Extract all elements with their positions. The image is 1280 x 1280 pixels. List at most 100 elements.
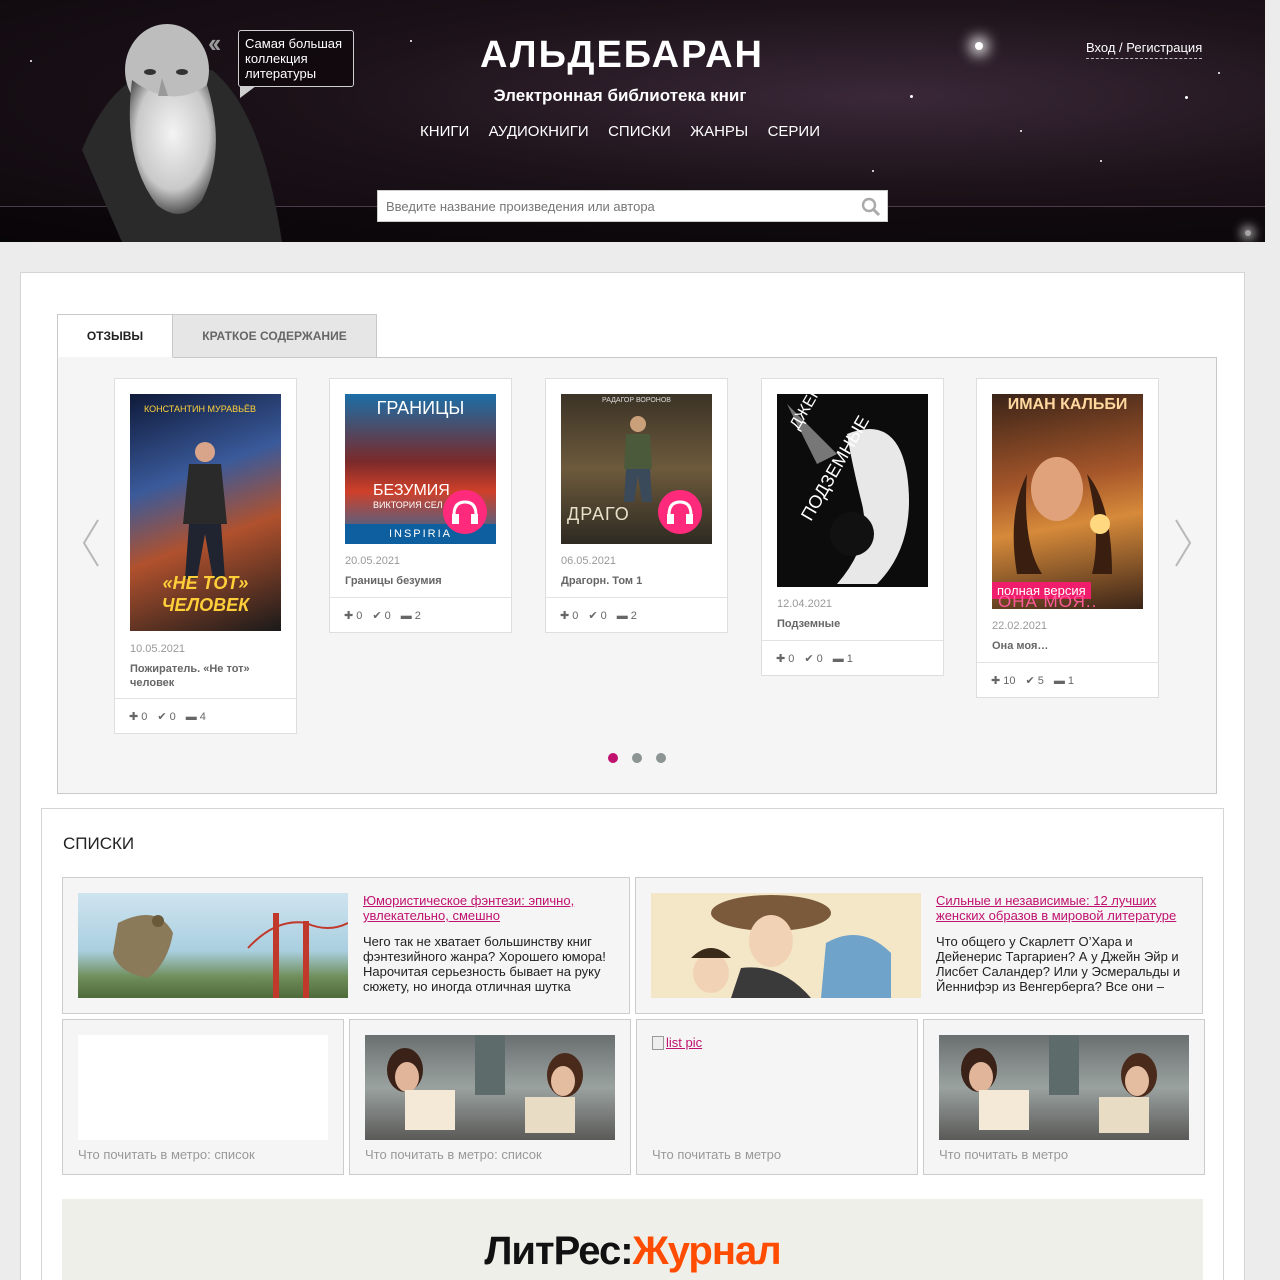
metro-readers-photo <box>961 1035 1157 1133</box>
review-date: 22.02.2021 <box>992 620 1048 632</box>
comment-icon[interactable]: ▬ <box>617 610 628 622</box>
featured-list-card[interactable]: Юмористическое фэнтези: эпично, увлекате… <box>62 877 630 1014</box>
cover-title: «НЕ ТОТ» ЧЕЛОВЕК <box>161 573 250 615</box>
list-image[interactable] <box>78 1035 328 1140</box>
list-caption[interactable]: Что почитать в метро: список <box>365 1147 542 1162</box>
card-stats: ✚ 0 ✔ 0 ▬ 1 <box>762 640 943 676</box>
book-cover[interactable]: ДЖЕК КЕРУАК ПОДЗЕМНЫЕ <box>777 394 928 587</box>
tab-reviews[interactable]: ОТЗЫВЫ <box>57 314 173 358</box>
search-box <box>377 190 888 222</box>
plus-icon[interactable]: ✚ <box>776 652 785 665</box>
book-title[interactable]: Подземные <box>777 617 927 631</box>
plus-icon[interactable]: ✚ <box>129 710 138 723</box>
search-icon[interactable] <box>861 197 881 217</box>
list-link[interactable]: Юмористическое фэнтези: эпично, увлекате… <box>363 893 613 923</box>
book-card[interactable]: РАДАГОР ВОРОНОВ ДРАГО 06.05.2021 Драгорн… <box>545 378 728 633</box>
litres-logo[interactable]: ЛитРес:Журнал <box>62 1229 1203 1274</box>
list-caption[interactable]: Что почитать в метро <box>939 1147 1068 1162</box>
list-description: Что общего у Скарлетт О’Хара и Дейенерис… <box>936 934 1181 994</box>
site-logo-title[interactable]: АЛЬДЕБАРАН <box>480 34 762 77</box>
check-icon[interactable]: ✔ <box>588 609 597 622</box>
plus-icon[interactable]: ✚ <box>344 609 353 622</box>
book-title[interactable]: Границы безумия <box>345 574 495 588</box>
comments-count: 1 <box>1067 674 1074 687</box>
broken-image-link[interactable]: list pic <box>652 1035 702 1050</box>
review-date: 10.05.2021 <box>130 643 186 655</box>
search-input[interactable] <box>378 191 848 221</box>
nav-series[interactable]: СЕРИИ <box>768 123 820 140</box>
cover-title-2: БЕЗУМИЯ <box>373 482 450 499</box>
litres-logo-part2: Журнал <box>632 1229 782 1273</box>
nav-audiobooks[interactable]: АУДИОКНИГИ <box>489 123 589 140</box>
check-icon[interactable]: ✔ <box>804 652 813 665</box>
review-tabs: ОТЗЫВЫ КРАТКОЕ СОДЕРЖАНИЕ <box>57 314 377 358</box>
nav-lists[interactable]: СПИСКИ <box>608 123 671 140</box>
card-stats: ✚ 0 ✔ 0 ▬ 2 <box>546 597 727 633</box>
site-header: ‹‹ Самая большая коллекция литературы АЛ… <box>0 0 1265 242</box>
list-caption[interactable]: Что почитать в метро: список <box>78 1147 255 1162</box>
list-image[interactable] <box>939 1035 1189 1140</box>
list-card[interactable]: Что почитать в метро: список <box>349 1019 631 1175</box>
book-title[interactable]: Она моя… <box>992 639 1142 653</box>
comment-icon[interactable]: ▬ <box>401 610 412 622</box>
book-cover[interactable]: ГРАНИЦЫ БЕЗУМИЯ ВИКТОРИЯ СЕЛ INSPIRIA <box>345 394 496 544</box>
lists-section: СПИСКИ Юмористическое фэнтези: эпично, у… <box>41 808 1224 1280</box>
comment-icon[interactable]: ▬ <box>833 653 844 665</box>
dragon-bridge-illustration <box>113 913 348 998</box>
likes-count: 0 <box>141 710 148 723</box>
audiobook-badge <box>443 490 487 534</box>
review-date: 12.04.2021 <box>777 598 833 610</box>
list-link[interactable]: Сильные и независимые: 12 лучших женских… <box>936 893 1186 923</box>
carousel-pagination <box>608 753 666 763</box>
audiobook-badge <box>658 490 702 534</box>
card-stats: ✚ 10 ✔ 5 ▬ 1 <box>977 662 1158 698</box>
pagination-dot-1[interactable] <box>608 753 618 763</box>
list-card[interactable]: Что почитать в метро: список <box>62 1019 344 1175</box>
tab-summary[interactable]: КРАТКОЕ СОДЕРЖАНИЕ <box>173 314 377 358</box>
check-icon[interactable]: ✔ <box>1025 674 1034 687</box>
cover-author: ИМАН КАЛЬБИ <box>1007 396 1128 413</box>
book-cover[interactable]: РАДАГОР ВОРОНОВ ДРАГО <box>561 394 712 544</box>
comment-icon[interactable]: ▬ <box>1054 675 1065 687</box>
cover-author: ВИКТОРИЯ СЕЛ <box>373 500 443 510</box>
list-image[interactable] <box>365 1035 615 1140</box>
book-card[interactable]: КОНСТАНТИН МУРАВЬЁВ «НЕ ТОТ» ЧЕЛОВЕК 10.… <box>114 378 297 734</box>
carousel-next-icon[interactable] <box>1173 518 1193 568</box>
nav-genres[interactable]: ЖАНРЫ <box>690 123 748 140</box>
litres-journal-banner[interactable]: ЛитРес:Журнал <box>62 1199 1203 1280</box>
pagination-dot-3[interactable] <box>656 753 666 763</box>
list-card[interactable]: list pic Что почитать в метро <box>636 1019 918 1175</box>
check-icon[interactable]: ✔ <box>157 710 166 723</box>
comments-count: 2 <box>414 609 421 622</box>
metro-readers-photo <box>387 1035 583 1133</box>
plus-icon[interactable]: ✚ <box>560 609 569 622</box>
check-icon[interactable]: ✔ <box>372 609 381 622</box>
list-image[interactable] <box>78 893 348 998</box>
cover-title: ДРАГО <box>567 504 630 524</box>
nav-books[interactable]: КНИГИ <box>420 123 469 140</box>
chevron-left-icon: ‹‹ <box>208 28 221 58</box>
book-cover[interactable]: КОНСТАНТИН МУРАВЬЁВ «НЕ ТОТ» ЧЕЛОВЕК <box>130 394 281 631</box>
list-description: Чего так не хватает большинству книг фэн… <box>363 934 606 994</box>
women-illustration <box>691 895 891 998</box>
cover-author: КОНСТАНТИН МУРАВЬЁВ <box>144 404 257 414</box>
book-card[interactable]: ГРАНИЦЫ БЕЗУМИЯ ВИКТОРИЯ СЕЛ INSPIRIA 20… <box>329 378 512 633</box>
book-title[interactable]: Драгорн. Том 1 <box>561 574 711 588</box>
carousel-prev-icon[interactable] <box>81 518 101 568</box>
book-title[interactable]: Пожиратель. «Не тот» человек <box>130 662 280 690</box>
plus-icon[interactable]: ✚ <box>991 674 1000 687</box>
login-register-link[interactable]: Вход / Регистрация <box>1086 40 1203 59</box>
book-card[interactable]: ИМАН КАЛЬБИ полная версия ОНА МОЯ.. 22.0… <box>976 378 1159 698</box>
checks-count: 0 <box>600 609 607 622</box>
site-subtitle: Электронная библиотека книг <box>493 86 747 105</box>
featured-list-card[interactable]: Сильные и независимые: 12 лучших женских… <box>635 877 1203 1014</box>
pagination-dot-2[interactable] <box>632 753 642 763</box>
list-caption[interactable]: Что почитать в метро <box>652 1147 781 1162</box>
list-card[interactable]: Что почитать в метро <box>923 1019 1205 1175</box>
comment-icon[interactable]: ▬ <box>186 711 197 723</box>
book-card[interactable]: ДЖЕК КЕРУАК ПОДЗЕМНЫЕ 12.04.2021 Подземн… <box>761 378 944 676</box>
card-stats: ✚ 0 ✔ 0 ▬ 4 <box>115 698 296 734</box>
list-image[interactable] <box>651 893 921 998</box>
book-cover[interactable]: ИМАН КАЛЬБИ полная версия ОНА МОЯ.. <box>992 394 1143 609</box>
checks-count: 5 <box>1037 674 1044 687</box>
